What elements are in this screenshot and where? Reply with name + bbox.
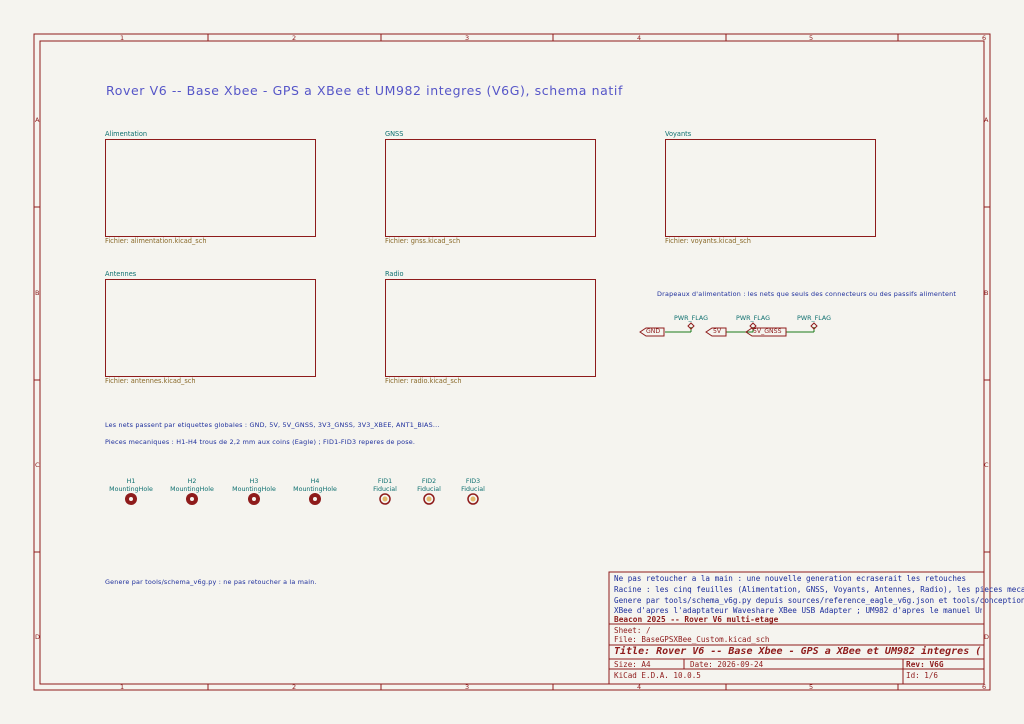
title-block-frame: [608, 571, 985, 685]
tb-comment-4: XBee d'apres l'adaptateur Waveshare XBee…: [614, 606, 982, 615]
tb-date: Date: 2026-09-24: [690, 660, 764, 669]
tb-rev: Rev: V6G: [906, 660, 944, 669]
tb-tool: KiCad E.D.A. 10.0.5: [614, 671, 701, 680]
tb-comment-3: Genere par tools/schema_v6g.py depuis so…: [614, 596, 1024, 605]
tb-id: Id: 1/6: [906, 671, 939, 680]
tb-comment-1: Ne pas retoucher a la main : une nouvell…: [614, 574, 967, 583]
tb-sheet: Sheet: /: [614, 626, 651, 635]
tb-company: Beacon 2025 -- Rover V6 multi-etage: [614, 615, 779, 624]
tb-title: Title: Rover V6 -- Base Xbee - GPS a XBe…: [614, 646, 982, 657]
tb-size: Size: A4: [614, 660, 651, 669]
tb-comment-2: Racine : les cinq feuilles (Alimentation…: [614, 585, 1024, 594]
tb-file: File: BaseGPSXBee_Custom.kicad_sch: [614, 635, 770, 644]
schematic-sheet: 1 2 3 4 5 6 1 2 3 4 5 6 A B C D A B C D …: [0, 0, 1024, 724]
